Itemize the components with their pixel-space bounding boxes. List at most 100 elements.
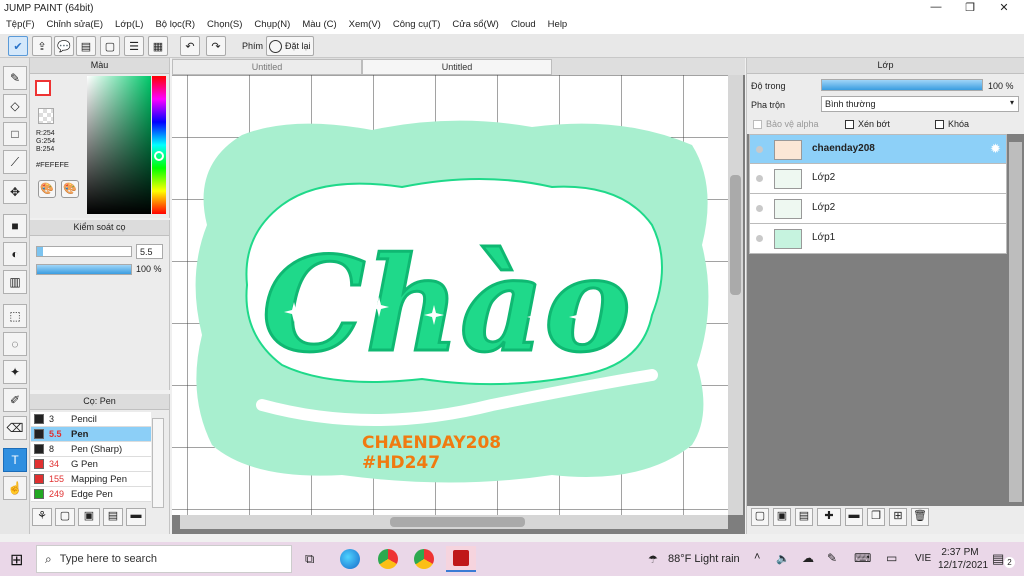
keyboard-icon[interactable]: ⌨	[854, 551, 871, 565]
brush-size-slider[interactable]	[36, 246, 132, 257]
tab-untitled-2[interactable]: Untitled	[362, 59, 552, 75]
menu-tools[interactable]: Công cụ(T)	[387, 17, 447, 34]
move-tool-icon[interactable]: ✥	[3, 180, 27, 204]
text-tool-icon[interactable]: T	[3, 448, 27, 472]
drawing-canvas[interactable]: Chào CHAENDAY208 #HD247	[172, 75, 728, 515]
lock-checkbox[interactable]: Khóa	[935, 119, 969, 129]
task-view-icon[interactable]: ⧉	[305, 551, 314, 567]
menu-select[interactable]: Chọn(S)	[201, 17, 248, 34]
menu-cloud[interactable]: Cloud	[505, 17, 542, 34]
select-rect-tool-icon[interactable]: ⬚	[3, 304, 27, 328]
undo-icon[interactable]: ↶	[180, 36, 200, 56]
settings-page-icon[interactable]: ▤	[103, 508, 123, 526]
hand-tool-icon[interactable]: ☝	[3, 476, 27, 500]
blend-mode-select[interactable]: Bình thường ▾	[821, 96, 1019, 112]
line-tool-icon[interactable]: ⟋	[3, 150, 27, 174]
menu-filter[interactable]: Bộ lọc(R)	[149, 17, 201, 34]
chrome-icon[interactable]	[378, 549, 398, 569]
edge-browser-icon[interactable]	[340, 549, 360, 569]
select-eraser-tool-icon[interactable]: ⌫	[3, 416, 27, 440]
hue-handle[interactable]	[154, 151, 164, 161]
bucket-tool-icon[interactable]: ◐	[3, 242, 27, 266]
list-item[interactable]: 8 Pen (Sharp)	[31, 442, 151, 457]
menu-help[interactable]: Help	[542, 17, 574, 34]
gradient-tool-icon[interactable]: ▥	[3, 270, 27, 294]
canvas-horizontal-scrollbar[interactable]	[180, 515, 728, 529]
eraser-tool-icon[interactable]: ◇	[3, 94, 27, 118]
share-icon[interactable]: ⇪	[32, 36, 52, 56]
hue-slider[interactable]	[152, 76, 166, 214]
menu-layer[interactable]: Lớp(L)	[109, 17, 149, 34]
chevron-up-icon[interactable]: ˄	[754, 551, 760, 563]
menu-window[interactable]: Cửa sổ(W)	[446, 17, 504, 34]
rectangle-tool-icon[interactable]: □	[3, 122, 27, 146]
maximize-button[interactable]: ❐	[954, 1, 986, 14]
trash-icon[interactable]: 🗑	[911, 508, 929, 526]
menu-capture[interactable]: Chụp(N)	[248, 17, 296, 34]
palette-icon[interactable]: 🎨	[38, 180, 56, 198]
menu-edit[interactable]: Chỉnh sửa(E)	[41, 17, 110, 34]
notification-icon[interactable]: ▤	[992, 551, 1004, 567]
grid-icon[interactable]: ▦	[148, 36, 168, 56]
pen-icon[interactable]: ✎	[827, 551, 837, 565]
cloud-check-icon[interactable]: ✔	[8, 36, 28, 56]
layer-opacity-slider[interactable]	[821, 79, 983, 91]
brush-tool-icon[interactable]: ✎	[3, 66, 27, 90]
menu-dropdown-icon[interactable]: ▣	[78, 508, 100, 526]
brush-opacity-slider[interactable]	[36, 264, 132, 275]
layer-row[interactable]: chaenday208 ✹	[749, 134, 1007, 164]
close-button[interactable]: ✕	[988, 1, 1020, 14]
add-layer-dropdown-icon[interactable]: ✚	[817, 508, 841, 526]
clip-checkbox[interactable]: Xén bớt	[845, 119, 890, 129]
cloud-icon[interactable]: ☁	[802, 551, 814, 565]
foreground-color-swatch[interactable]	[35, 80, 51, 96]
speaker-icon[interactable]: 🔈	[776, 552, 790, 565]
layer-row[interactable]: Lớp2	[749, 194, 1007, 224]
menu-view[interactable]: Xem(V)	[343, 17, 387, 34]
merge-icon[interactable]: ⊞	[889, 508, 907, 526]
new-layer-icon[interactable]: ▢	[751, 508, 769, 526]
jump-paint-taskbar-button[interactable]	[446, 546, 476, 572]
comment-icon[interactable]: 💬	[54, 36, 74, 56]
language-indicator[interactable]: VIE	[915, 553, 931, 564]
fill-rect-tool-icon[interactable]: ■	[3, 214, 27, 238]
folder-icon[interactable]: ▬	[845, 508, 863, 526]
page-icon[interactable]: ▢	[100, 36, 120, 56]
brush-size-value[interactable]: 5.5	[136, 244, 163, 259]
monitor-icon[interactable]: ▭	[886, 551, 897, 565]
layer-scrollbar[interactable]	[1009, 142, 1022, 502]
list-item[interactable]: 249 Edge Pen	[31, 487, 151, 502]
brush-add-icon[interactable]: ⚘	[32, 508, 52, 526]
reset-button[interactable]: Đặt lại	[266, 36, 314, 56]
lasso-tool-icon[interactable]: ◌	[3, 332, 27, 356]
new-icon[interactable]: ▢	[55, 508, 75, 526]
message-icon[interactable]: ▤	[76, 36, 96, 56]
new-layer-alt-icon[interactable]: ▣	[773, 508, 791, 526]
saturation-value-picker[interactable]	[87, 76, 151, 214]
magic-wand-tool-icon[interactable]: ✦	[3, 360, 27, 384]
list-icon[interactable]: ☰	[124, 36, 144, 56]
search-box[interactable]: ⌕ Type here to search	[36, 545, 292, 573]
chrome-profile-icon[interactable]	[414, 549, 434, 569]
menu-file[interactable]: Tệp(F)	[0, 17, 41, 34]
clock[interactable]: 2:37 PM 12/17/2021	[938, 546, 988, 572]
protect-alpha-checkbox[interactable]: Bảo vệ alpha	[753, 119, 819, 129]
layer-list-icon[interactable]: ▤	[795, 508, 813, 526]
tab-untitled-1[interactable]: Untitled	[172, 59, 362, 75]
minimize-button[interactable]: —	[920, 1, 952, 13]
weather-text[interactable]: 88°F Light rain	[668, 553, 740, 565]
palette-edit-icon[interactable]: 🎨	[61, 180, 79, 198]
layer-row[interactable]: Lớp1	[749, 224, 1007, 254]
list-item[interactable]: 3 Pencil	[31, 412, 151, 427]
select-pen-tool-icon[interactable]: ✐	[3, 388, 27, 412]
canvas-vertical-scrollbar[interactable]	[728, 75, 743, 515]
layer-row[interactable]: Lớp2	[749, 164, 1007, 194]
list-item[interactable]: 155 Mapping Pen	[31, 472, 151, 487]
transparent-swatch[interactable]	[38, 108, 54, 124]
windows-start-icon[interactable]: ⊞	[10, 550, 23, 570]
list-item[interactable]: 34 G Pen	[31, 457, 151, 472]
folder-icon[interactable]: ▬	[126, 508, 146, 526]
list-item[interactable]: 5.5 Pen	[31, 427, 151, 442]
menu-color[interactable]: Màu (C)	[296, 17, 342, 34]
duplicate-icon[interactable]: ❐	[867, 508, 885, 526]
